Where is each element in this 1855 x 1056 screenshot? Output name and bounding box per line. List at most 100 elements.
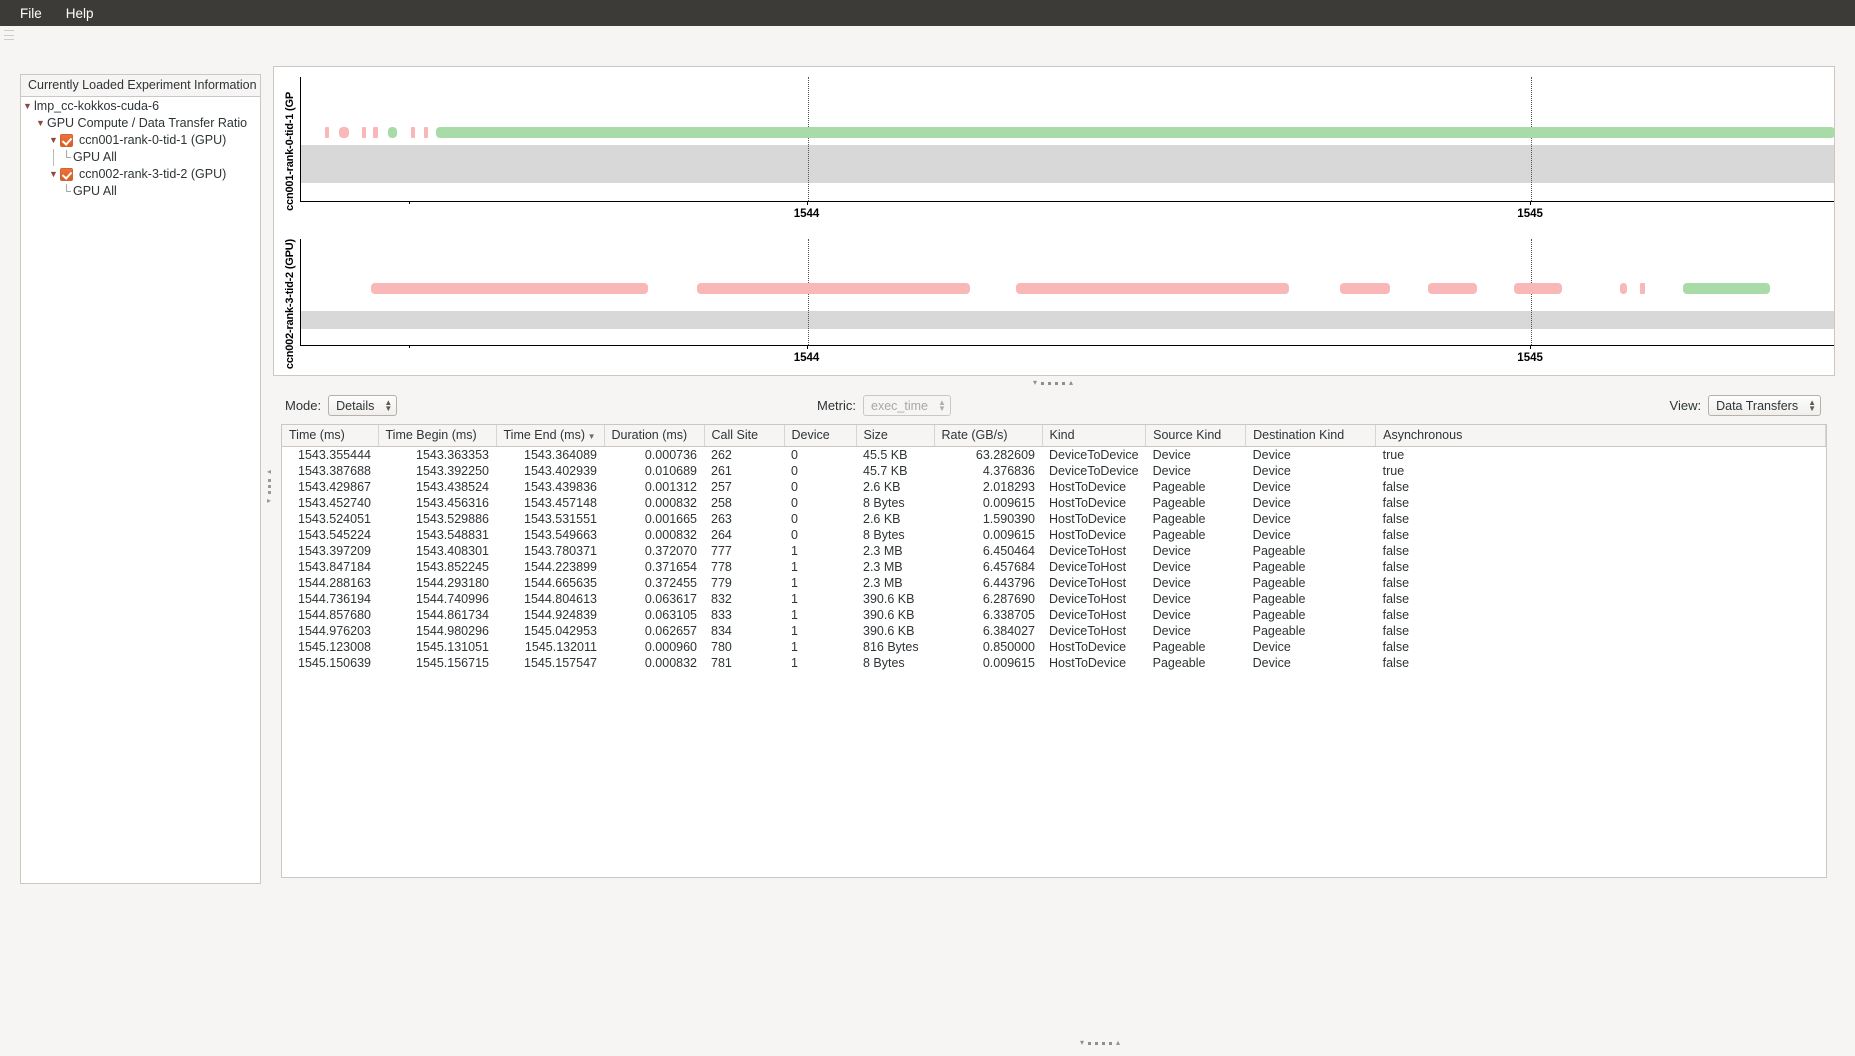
table-row[interactable]: 1545.150639 1545.156715 1545.157547 0.00083… [282,655,1826,671]
table-cell: 1545.123008 [298,639,371,654]
timeline-bar[interactable] [1513,283,1563,294]
column-header-call-site[interactable]: Call Site [704,425,785,447]
table-cell: 1.590390 [982,511,1035,526]
table-row[interactable]: 1544.288163 1544.293180 1544.665635 0.37245… [282,575,1826,591]
table-row[interactable]: 1543.355444 1543.363353 1543.364089 0.00073… [282,446,1826,463]
splitter-arrow-up-icon: ▾ [1032,378,1037,387]
menu-item-help[interactable]: Help [54,3,106,24]
tree-item-1[interactable]: ▼▼GPU Compute / Data Transfer Ratio [21,114,260,131]
column-header-source-kind[interactable]: Source Kind [1145,425,1247,447]
table-cell: 0.000832 [644,495,697,510]
timeline-chart-ccn001[interactable]: ccn001-rank-0-tid-1 (GP 1544 1545 [274,71,1836,231]
tree-item-5[interactable]: ▼▼▼└GPU All [21,182,260,199]
table-row[interactable]: 1543.847184 1543.852245 1544.223899 0.37165… [282,559,1826,575]
timeline-bar[interactable] [373,127,378,138]
column-header-size[interactable]: Size [856,425,935,447]
splitter-dot [267,478,271,482]
column-header-kind[interactable]: Kind [1042,425,1147,447]
timeline-bar[interactable] [1620,283,1627,294]
table-cell: Device [1252,479,1291,494]
mode-label: Mode: [285,398,322,413]
column-header-duration-ms[interactable]: Duration (ms) [604,425,705,447]
spinner-arrows-icon[interactable]: ▲ ▼ [384,398,392,412]
horizontal-splitter-handle-bottom[interactable]: ▾ ▴ [1020,1038,1180,1048]
column-header-time-ms[interactable]: Time (ms) [282,425,379,447]
table-row[interactable]: 1543.397209 1543.408301 1543.780371 0.37207… [282,543,1826,559]
spinner-arrows-icon[interactable]: ▲ ▼ [1808,398,1816,412]
vertical-splitter-handle[interactable]: ◂ ▸ [265,456,273,516]
table-cell: Pageable [1252,543,1306,558]
mode-select[interactable]: Details ▲ ▼ [328,395,398,416]
window-grip-icon [4,30,14,40]
view-select[interactable]: Data Transfers ▲ ▼ [1708,395,1821,416]
chevron-down-icon[interactable]: ▼ [47,169,60,179]
tree-item-label: lmp_cc-kokkos-cuda-6 [34,99,160,113]
tree-checkbox[interactable] [60,167,73,181]
timeline-bar[interactable] [324,127,330,138]
table-row[interactable]: 1543.429867 1543.438524 1543.439836 0.00131… [282,479,1826,495]
table-row[interactable]: 1543.452740 1543.456316 1543.457148 0.00083… [282,495,1826,511]
column-header-device[interactable]: Device [784,425,857,447]
metric-select-value: exec_time [871,398,928,413]
table-cell: 0.062657 [644,623,697,638]
metric-control: Metric: exec_time ▲ ▼ [817,395,951,416]
tree-item-0[interactable]: ▼ lmp_cc-kokkos-cuda-6 [21,97,260,114]
table-cell: 0 [791,447,798,462]
chevron-down-icon[interactable]: ▼ [21,101,34,111]
table-row[interactable]: 1543.387688 1543.392250 1543.402939 0.01068… [282,463,1826,479]
timeline-bar[interactable] [1639,283,1646,294]
timeline-bar[interactable] [410,127,416,138]
timeline-bar[interactable] [696,283,970,294]
column-header-time-begin-ms[interactable]: Time Begin (ms) [378,425,497,447]
table-cell: 0.000832 [644,655,697,670]
table-cell: 0.000736 [644,447,697,462]
timeline-bar[interactable] [361,127,367,138]
tree-item-label: GPU All [73,184,117,198]
chevron-down-icon[interactable]: ▼ [47,135,60,145]
table-cell: 0.063105 [644,607,697,622]
chevron-down-icon[interactable]: ▼ [34,118,47,128]
table-cell: 1543.531551 [524,511,597,526]
tree-item-3[interactable]: ▼▼ └GPU All [21,148,260,166]
timeline-bar[interactable] [371,283,649,294]
data-transfers-table-container[interactable]: Time (ms) Time Begin (ms) Time End (ms) ▼ Du… [281,424,1827,878]
timeline-bar[interactable] [424,127,429,138]
splitter-arrow-up-icon: ▾ [1079,1038,1084,1047]
column-header-label: Asynchronous [1383,428,1463,443]
metric-select[interactable]: exec_time ▲ ▼ [863,395,951,416]
splitter-dot [1088,1041,1091,1045]
table-cell: DeviceToHost [1049,607,1127,622]
table-cell: Pageable [1152,655,1206,670]
table-row[interactable]: 1544.976203 1544.980296 1545.042953 0.06265… [282,623,1826,639]
table-cell: 0.850000 [982,639,1035,654]
timeline-bar[interactable] [436,127,1835,138]
table-row[interactable]: 1544.857680 1544.861734 1544.924839 0.06310… [282,607,1826,623]
spinner-arrows-icon[interactable]: ▲ ▼ [938,398,946,412]
timeline-bar[interactable] [1683,283,1770,294]
table-row[interactable]: 1543.545224 1543.548831 1543.549663 0.00083… [282,527,1826,543]
table-cell: 45.5 KB [863,447,908,462]
timeline-bar[interactable] [387,127,398,138]
sort-descending-icon[interactable]: ▼ [588,432,596,441]
view-select-value: Data Transfers [1716,398,1799,413]
column-header-rate-gb-s[interactable]: Rate (GB/s) [934,425,1043,447]
menu-item-file[interactable]: File [8,3,54,24]
tree-item-2[interactable]: ▼▼▼ccn001-rank-0-tid-1 (GPU) [21,131,260,148]
timeline-chart-ccn002[interactable]: ccn002-rank-3-tid-2 (GPU) 1544 1545 [274,233,1836,375]
table-cell: DeviceToHost [1049,559,1127,574]
table-row[interactable]: 1543.524051 1543.529886 1543.531551 0.00166… [282,511,1826,527]
column-header-time-end-ms[interactable]: Time End (ms) ▼ [496,425,605,447]
table-row[interactable]: 1545.123008 1545.131051 1545.132011 0.00096… [282,639,1826,655]
table-cell: 0.009615 [982,527,1035,542]
horizontal-splitter-handle-top[interactable]: ▾ ▴ [973,378,1133,388]
tree-item-4[interactable]: ▼▼▼ccn002-rank-3-tid-2 (GPU) [21,165,260,182]
tree-checkbox[interactable] [60,133,73,147]
column-header-destination-kind[interactable]: Destination Kind [1245,425,1377,447]
timeline-bar[interactable] [1427,283,1477,294]
column-header-asynchronous[interactable]: Asynchronous [1375,425,1826,447]
timeline-bar[interactable] [338,127,349,138]
timeline-bar[interactable] [1340,283,1390,294]
table-cell: 1543.548831 [416,527,489,542]
table-row[interactable]: 1544.736194 1544.740996 1544.804613 0.06361… [282,591,1826,607]
timeline-bar[interactable] [1015,283,1290,294]
